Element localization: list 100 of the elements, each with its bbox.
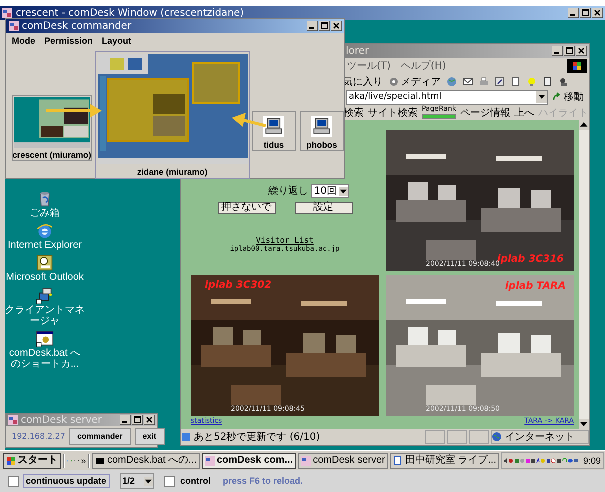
- logo-icon: [567, 59, 587, 73]
- minimize-button[interactable]: [307, 21, 318, 31]
- window-title: comDesk commander: [22, 20, 132, 32]
- computer-icon[interactable]: [36, 286, 54, 305]
- windows-flag-icon: [6, 456, 16, 466]
- checkbox[interactable]: [164, 476, 174, 486]
- dropdown-arrow-icon: [339, 186, 348, 196]
- address-field[interactable]: aka/live/special.html: [346, 90, 548, 104]
- menu-item[interactable]: Layout: [102, 36, 132, 46]
- more-button[interactable]: »: [81, 456, 86, 466]
- host-card[interactable]: zidane (miuramo): [95, 51, 250, 179]
- close-button[interactable]: [331, 21, 342, 31]
- scroll-up-icon[interactable]: [579, 120, 589, 130]
- checkbox[interactable]: [8, 476, 19, 486]
- scroll-down-icon[interactable]: [579, 419, 589, 429]
- media-button[interactable]: メディア: [389, 74, 441, 88]
- desktop-icon-label[interactable]: Internet Explorer: [5, 240, 85, 252]
- host-card[interactable]: crescent (miuramo): [12, 95, 92, 161]
- messenger-icon[interactable]: [559, 76, 569, 86]
- host-label: tidus: [264, 140, 284, 150]
- app-icon: [8, 415, 18, 425]
- status-panel: [447, 430, 467, 444]
- maximize-button[interactable]: [132, 415, 143, 425]
- hint-text: press F6 to reload.: [223, 476, 304, 486]
- toolbar-link[interactable]: 上へ: [514, 106, 534, 120]
- page-icon: [181, 432, 191, 442]
- mail-icon[interactable]: [463, 76, 473, 86]
- printer-icon[interactable]: [479, 76, 489, 86]
- status-text: あと52秒で更新です (6/10): [181, 430, 423, 444]
- server-button[interactable]: commander: [69, 428, 131, 445]
- clock-card-icon[interactable]: [36, 254, 54, 272]
- maximize-button[interactable]: [319, 21, 330, 31]
- document-icon[interactable]: [543, 76, 553, 86]
- status-panel: [425, 430, 445, 444]
- minimize-button[interactable]: [568, 8, 579, 18]
- checkbox-label[interactable]: control: [178, 475, 213, 487]
- taskbar-button[interactable]: comDesk com...: [202, 452, 296, 468]
- app-icon: [9, 21, 19, 31]
- form-button[interactable]: 設定: [294, 202, 352, 214]
- dropdown-arrow-icon: [538, 93, 546, 101]
- close-button[interactable]: [592, 8, 603, 18]
- visitor-list-link[interactable]: Visitor List: [256, 236, 314, 245]
- toolbar-link[interactable]: 検索: [344, 106, 364, 120]
- desktop-icon-label[interactable]: ごみ箱: [5, 208, 85, 220]
- computer-icon: [311, 116, 333, 137]
- camera-label: iplab TARA: [505, 281, 566, 292]
- maximize-button[interactable]: [580, 8, 591, 18]
- window-title: lorer: [346, 46, 370, 56]
- page-icon: [393, 456, 404, 466]
- arrow-icon: [552, 92, 562, 102]
- window-title: comDesk server: [21, 414, 102, 426]
- server-button[interactable]: exit: [134, 428, 165, 445]
- window-gear-icon[interactable]: [36, 330, 54, 348]
- dropdown-arrow-icon: [144, 476, 152, 486]
- taskbar-button[interactable]: comDesk server: [298, 452, 388, 468]
- clock: 9:09: [582, 456, 602, 466]
- document-icon[interactable]: [511, 76, 521, 86]
- status-panel: [469, 430, 489, 444]
- taskbar-button[interactable]: 田中研究室 ライブ...: [390, 452, 500, 468]
- desktop-icon-label[interactable]: Microsoft Outlook: [5, 272, 85, 284]
- close-button[interactable]: [576, 46, 587, 56]
- toolbar-link[interactable]: サイト検索: [368, 106, 418, 120]
- maximize-button[interactable]: [564, 46, 575, 56]
- go-button[interactable]: 移動: [552, 90, 589, 104]
- minimize-button[interactable]: [552, 46, 563, 56]
- host-card[interactable]: tidus: [252, 111, 296, 151]
- window-title: crescent - comDesk Window (crescentzidane): [16, 8, 244, 18]
- host-label: phobos: [306, 140, 338, 150]
- edit-icon[interactable]: [495, 76, 505, 86]
- camera-label: iplab 3C302: [205, 280, 272, 291]
- desktop-icon-label[interactable]: クライアントマネージャ: [5, 304, 85, 327]
- repeat-label: 繰り返し: [268, 184, 308, 198]
- menu-item[interactable]: ツール(T): [347, 59, 391, 73]
- camera-label: iplab 3C316: [497, 254, 564, 265]
- repeat-select[interactable]: 10回: [311, 184, 349, 198]
- minimize-button[interactable]: [120, 415, 131, 425]
- arrow: [46, 104, 102, 118]
- app-icon: [2, 8, 12, 18]
- checkbox-label[interactable]: continuous update: [23, 474, 110, 488]
- host-card[interactable]: phobos: [300, 111, 344, 151]
- form-button[interactable]: 押さないで: [218, 202, 276, 214]
- scrollbar[interactable]: [579, 120, 589, 429]
- menu-item[interactable]: ヘルプ(H): [400, 59, 446, 73]
- app-icon: [204, 456, 215, 466]
- desktop-icon-label[interactable]: comDesk.bat へのショートカ...: [5, 348, 85, 370]
- gear-icon: [389, 76, 399, 86]
- host-label: crescent (miuramo): [12, 150, 92, 160]
- taskbar-button[interactable]: comDesk.bat への...: [92, 452, 200, 468]
- page-select[interactable]: 1/2: [120, 473, 154, 489]
- zone-text: インターネット: [491, 430, 589, 444]
- start-button[interactable]: スタート: [3, 452, 61, 468]
- toolbar-link[interactable]: ページ情報: [460, 106, 510, 120]
- app-icon: [301, 456, 312, 466]
- close-button[interactable]: [144, 415, 155, 425]
- menu-item[interactable]: Mode: [12, 36, 36, 46]
- lightbulb-icon[interactable]: [527, 76, 537, 86]
- ip-address: 192.168.2.27: [12, 432, 66, 441]
- menu-item[interactable]: Permission: [44, 36, 94, 46]
- computer-icon: [263, 116, 285, 137]
- host-label: zidane (miuramo): [137, 167, 208, 177]
